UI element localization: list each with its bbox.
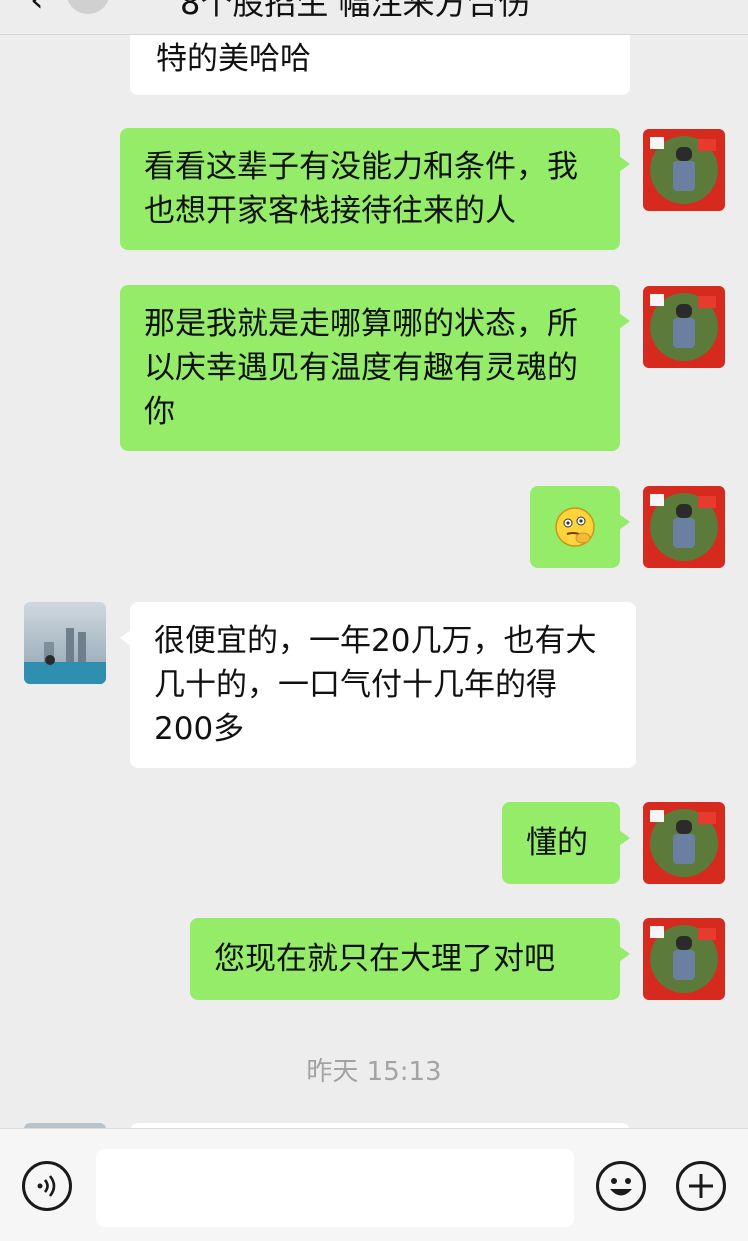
plus-icon	[689, 1174, 713, 1198]
message-text: 特的美哈哈	[156, 41, 311, 77]
my-avatar[interactable]	[643, 802, 725, 884]
message-bubble-outgoing[interactable]: 您现在就只在大理了对吧	[190, 918, 630, 1000]
unread-badge[interactable]	[66, 0, 110, 14]
message-bubble-outgoing[interactable]: 那是我就是走哪算哪的状态，所以庆幸遇见有温度有趣有灵魂的你	[120, 285, 630, 451]
message-input[interactable]	[96, 1149, 574, 1227]
my-avatar[interactable]	[643, 286, 725, 368]
chat-header: ‹ 8个股招生 幅注来方合伤	[0, 0, 748, 35]
more-button[interactable]	[676, 1161, 726, 1211]
message-bubble-outgoing[interactable]	[530, 486, 630, 568]
message-bubble-incoming[interactable]: 很便宜的，一年20几万，也有大几十的，一口气付十几年的得200多	[120, 602, 636, 768]
message-bubble-incoming[interactable]: 特的美哈哈	[130, 35, 630, 95]
message-text: 懂的	[526, 825, 588, 861]
message-list[interactable]: 特的美哈哈 看看这辈子有没能力和条件，我也想开家客栈接待往来的人 那是我就是走哪…	[0, 35, 748, 1128]
emoji-button[interactable]	[596, 1161, 646, 1211]
message-timestamp: 昨天 15:13	[306, 1057, 442, 1087]
message-text: 看看这辈子有没能力和条件，我也想开家客栈接待往来的人	[144, 149, 578, 229]
message-text: 很便宜的，一年20几万，也有大几十的，一口气付十几年的得200多	[154, 623, 597, 747]
message-bubble-outgoing[interactable]: 看看这辈子有没能力和条件，我也想开家客栈接待往来的人	[120, 128, 630, 250]
my-avatar[interactable]	[643, 918, 725, 1000]
back-button[interactable]: ‹	[30, 0, 44, 20]
voice-button[interactable]	[22, 1161, 72, 1211]
message-text: 那是我就是走哪算哪的状态，所以庆幸遇见有温度有趣有灵魂的你	[144, 306, 578, 430]
smiley-icon	[610, 1178, 632, 1196]
chat-title: 8个股招生 幅注来方合伤	[180, 0, 531, 22]
my-avatar[interactable]	[643, 129, 725, 211]
thinking-face-emoji	[555, 507, 595, 547]
my-avatar[interactable]	[643, 486, 725, 568]
input-toolbar	[0, 1128, 748, 1241]
message-text: 您现在就只在大理了对吧	[214, 941, 555, 977]
voice-icon	[37, 1175, 56, 1197]
contact-avatar[interactable]	[24, 602, 106, 684]
message-bubble-outgoing[interactable]: 懂的	[502, 802, 630, 884]
